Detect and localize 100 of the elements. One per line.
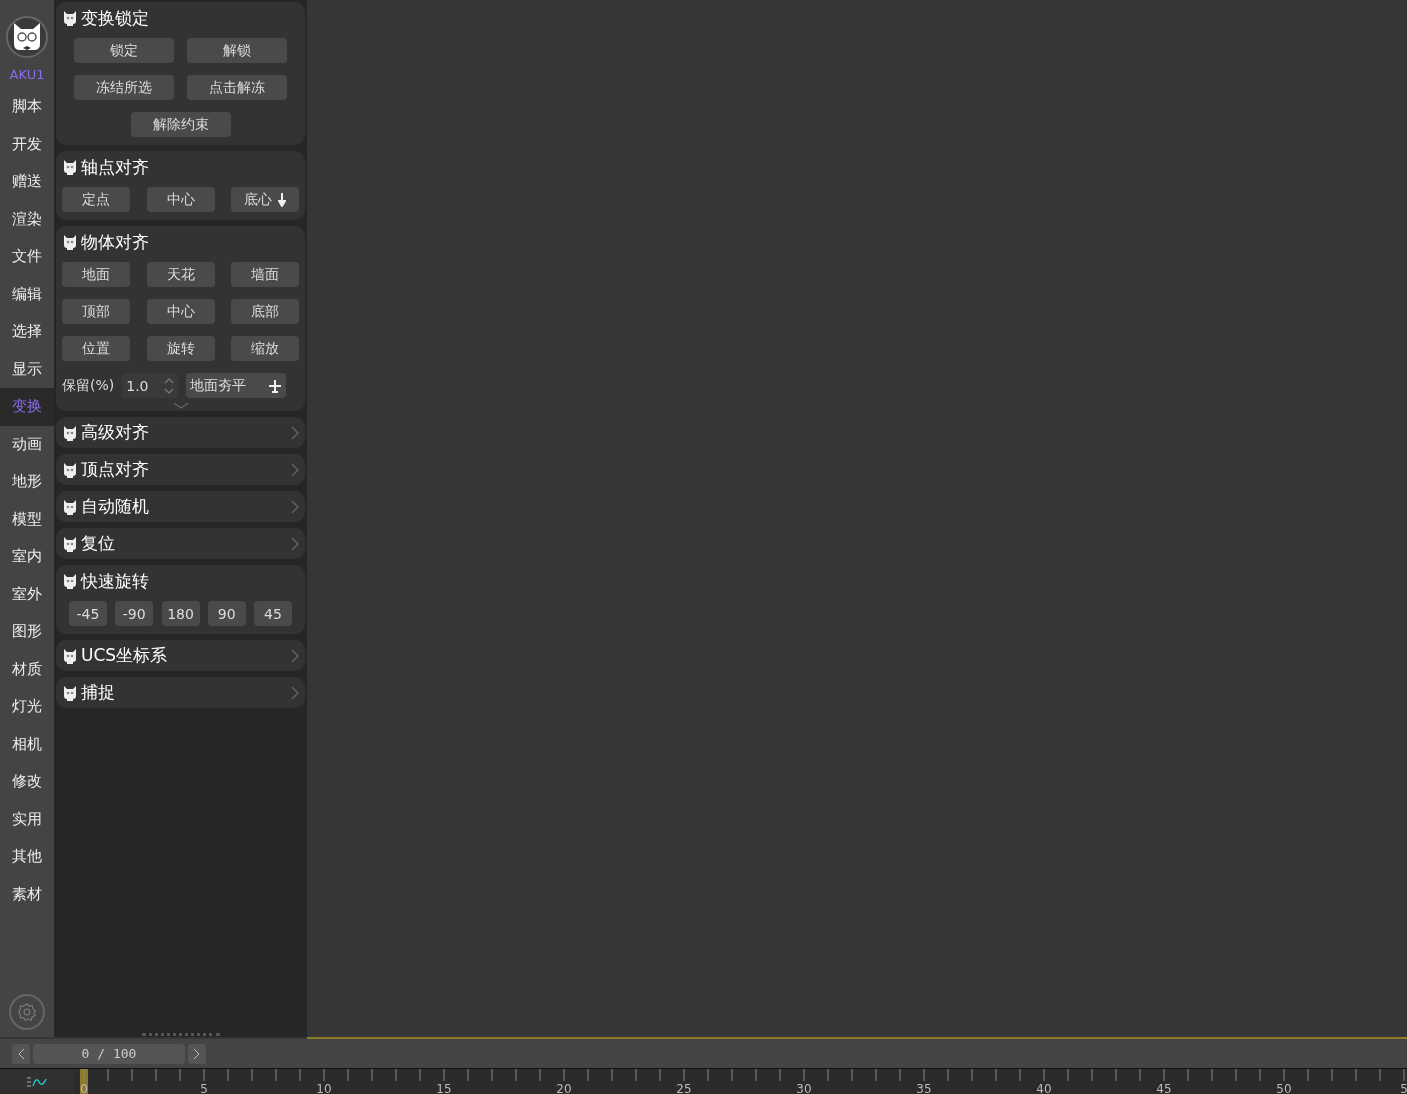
- sidebar-item[interactable]: 灯光: [0, 688, 54, 726]
- sidebar-item[interactable]: 动画: [0, 425, 54, 463]
- chevron-right-icon: [291, 648, 299, 663]
- ruler-label: 10: [316, 1082, 332, 1094]
- collapsed-section[interactable]: 复位: [56, 528, 305, 559]
- tool-button[interactable]: 顶部: [62, 299, 130, 324]
- tool-button[interactable]: 点击解冻: [186, 75, 287, 100]
- tool-button[interactable]: -90: [115, 601, 154, 626]
- next-frame-button[interactable]: [188, 1043, 206, 1064]
- sidebar-item[interactable]: 修改: [0, 763, 54, 801]
- tool-button[interactable]: 冻结所选: [74, 75, 175, 100]
- section-title: 顶点对齐: [81, 458, 150, 481]
- arrow-down-icon: [278, 192, 286, 207]
- frame-counter[interactable]: 0 / 100: [33, 1043, 185, 1064]
- sidebar-item[interactable]: 材质: [0, 650, 54, 688]
- sidebar-item[interactable]: 相机: [0, 725, 54, 763]
- logo-text: AKU1: [9, 67, 45, 82]
- tool-button[interactable]: 中心: [146, 187, 215, 212]
- sidebar-item[interactable]: 赠送: [0, 163, 54, 201]
- cat-head-icon: [62, 647, 78, 664]
- tool-button[interactable]: 定点: [62, 187, 130, 212]
- tool-button[interactable]: 底部: [231, 299, 299, 324]
- number-spinner[interactable]: 1.0: [122, 373, 179, 398]
- plane-icon: [268, 378, 283, 393]
- section-title: UCS坐标系: [81, 644, 169, 667]
- ruler-label: 30: [796, 1082, 812, 1094]
- sidebar-item[interactable]: 编辑: [0, 275, 54, 313]
- cat-head-icon: [62, 535, 78, 552]
- settings-icon: [17, 1002, 37, 1022]
- tool-button[interactable]: 中心: [146, 299, 215, 324]
- tool-button[interactable]: 缩放: [231, 336, 299, 361]
- tool-button[interactable]: 旋转: [146, 336, 215, 361]
- ruler-label: 45: [1156, 1082, 1172, 1094]
- tool-button[interactable]: 解除约束: [130, 112, 231, 137]
- cat-head-icon: [62, 159, 78, 175]
- sidebar-item[interactable]: 开发: [0, 125, 54, 163]
- collapsed-section[interactable]: 捕捉: [56, 677, 305, 708]
- ruler-label: 5: [1400, 1082, 1407, 1094]
- chevron-right-icon: [291, 425, 299, 440]
- ruler-label: 5: [200, 1082, 208, 1094]
- tool-button[interactable]: 天花: [146, 262, 215, 287]
- sidebar-item[interactable]: 渲染: [0, 200, 54, 238]
- sidebar-item[interactable]: 其他: [0, 838, 54, 876]
- sidebar-item[interactable]: 室内: [0, 538, 54, 576]
- ruler-label: 15: [436, 1082, 452, 1094]
- section-title[interactable]: 快速旋转: [81, 569, 299, 593]
- tool-button[interactable]: 地面: [62, 262, 130, 287]
- sidebar-item[interactable]: 显示: [0, 350, 54, 388]
- section-title[interactable]: 轴点对齐: [81, 155, 299, 179]
- tool-button[interactable]: 底心: [231, 187, 299, 212]
- ruler-label: 25: [676, 1082, 692, 1094]
- cat-head-icon: [62, 424, 78, 441]
- cat-head-icon: [62, 461, 78, 478]
- cat-head-icon: [62, 498, 78, 515]
- tool-button[interactable]: 位置: [62, 336, 130, 361]
- spin-arrows-icon: [164, 376, 175, 395]
- ruler-label: 40: [1036, 1082, 1052, 1094]
- sidebar-item[interactable]: 地形: [0, 463, 54, 501]
- ruler-label: 20: [556, 1082, 572, 1094]
- sidebar-item[interactable]: 实用: [0, 800, 54, 838]
- tool-button[interactable]: 解锁: [186, 38, 287, 63]
- chevron-right-icon: [193, 1047, 201, 1060]
- tool-button[interactable]: 90: [207, 601, 246, 626]
- tool-button[interactable]: 锁定: [74, 38, 175, 63]
- playhead[interactable]: [80, 1069, 88, 1094]
- cat-head-icon: [62, 234, 78, 250]
- tool-button[interactable]: 45: [254, 601, 292, 626]
- chevron-left-icon: [17, 1047, 25, 1060]
- settings-button[interactable]: [9, 994, 45, 1030]
- chevron-right-icon: [291, 499, 299, 514]
- section-title: 高级对齐: [81, 421, 150, 444]
- collapsed-section[interactable]: 高级对齐: [56, 417, 305, 448]
- sidebar-item[interactable]: 文件: [0, 238, 54, 276]
- collapsed-section[interactable]: 顶点对齐: [56, 454, 305, 485]
- collapsed-section[interactable]: 自动随机: [56, 491, 305, 522]
- tool-button[interactable]: -45: [69, 601, 107, 626]
- section-title: 复位: [81, 532, 116, 555]
- section-title[interactable]: 变换锁定: [81, 6, 299, 30]
- sidebar-item[interactable]: 选择: [0, 313, 54, 351]
- collapsed-section[interactable]: UCS坐标系: [56, 640, 305, 671]
- chevron-down-icon[interactable]: [172, 402, 189, 409]
- sidebar-item[interactable]: 模型: [0, 500, 54, 538]
- ruler-label: 0: [80, 1082, 88, 1094]
- sidebar-item[interactable]: 室外: [0, 575, 54, 613]
- section-title[interactable]: 物体对齐: [81, 230, 299, 254]
- sidebar-item[interactable]: 脚本: [0, 88, 54, 126]
- tool-button[interactable]: 180: [161, 601, 200, 626]
- sidebar-item[interactable]: 变换: [0, 388, 54, 426]
- previous-frame-button[interactable]: [12, 1043, 30, 1064]
- cat-head-icon: [62, 10, 78, 26]
- sidebar-item[interactable]: 图形: [0, 613, 54, 651]
- flatten-button[interactable]: 地面夯平: [186, 373, 287, 398]
- retain-label: 保留(%): [62, 376, 115, 395]
- sidebar-item[interactable]: 素材: [0, 875, 54, 913]
- curve-editor-icon[interactable]: [27, 1075, 47, 1088]
- chevron-right-icon: [291, 536, 299, 551]
- tool-button[interactable]: 墙面: [231, 262, 299, 287]
- chevron-right-icon: [291, 462, 299, 477]
- chevron-right-icon: [291, 685, 299, 700]
- section-title: 自动随机: [81, 495, 150, 518]
